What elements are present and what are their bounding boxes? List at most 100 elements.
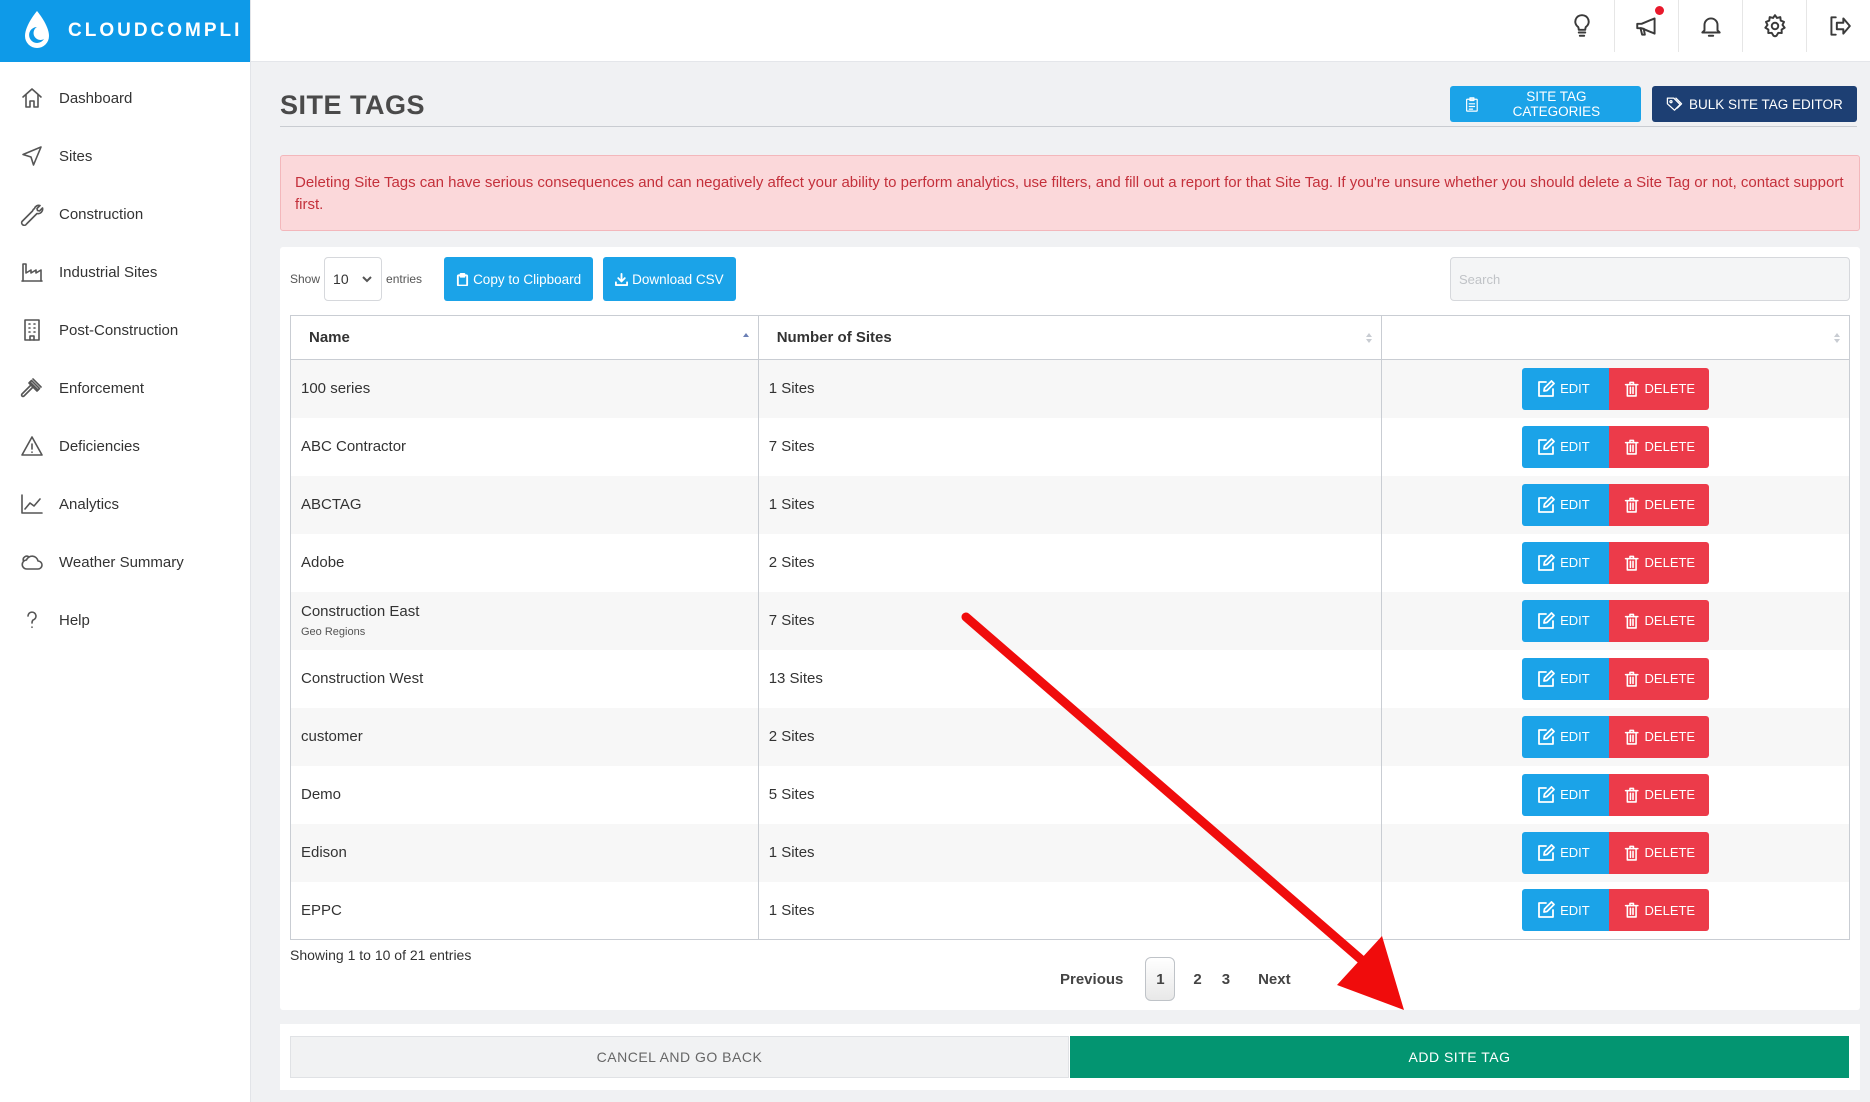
pagination-next[interactable]: Next [1258,971,1291,988]
edit-button[interactable]: EDIT [1522,773,1610,816]
actions-cell: EDIT DELETE [1381,475,1850,534]
sidebar-item-construction[interactable]: Construction [0,185,250,243]
download-csv-button[interactable]: Download CSV [603,257,736,301]
sidebar-item-analytics[interactable]: Analytics [0,475,250,533]
delete-button[interactable]: DELETE [1609,889,1710,932]
edit-icon [1538,727,1556,745]
edit-button[interactable]: EDIT [1522,483,1610,526]
number-of-sites-cell: 7 Sites [757,591,1383,650]
entries-per-page-select[interactable]: 10 [324,257,383,301]
edit-label: EDIT [1560,902,1590,918]
pagination: Previous 1 2 3 Next [1050,957,1301,1001]
trash-icon [1624,787,1639,803]
copy-to-clipboard-button[interactable]: Copy to Clipboard [444,257,594,301]
delete-warning-alert: Deleting Site Tags can have serious cons… [280,155,1860,231]
tips-button[interactable] [1550,0,1614,52]
sidebar-item-label: Construction [59,205,144,223]
delete-button[interactable]: DELETE [1609,599,1710,642]
brand-logo[interactable]: CLOUDCOMPLI [0,0,250,62]
pagination-page-2[interactable]: 2 [1193,971,1201,988]
add-site-tag-button[interactable]: ADD SITE TAG [1070,1036,1849,1078]
pagination-page-3[interactable]: 3 [1222,971,1230,988]
notifications-button[interactable] [1678,0,1742,52]
pagination-page-1[interactable]: 1 [1145,957,1176,1001]
delete-button[interactable]: DELETE [1609,367,1710,410]
edit-button[interactable]: EDIT [1522,367,1610,410]
row-actions: EDIT DELETE [1522,889,1710,932]
trash-icon [1624,613,1639,629]
bulk-site-tag-editor-button[interactable]: BULK SITE TAG EDITOR [1652,86,1857,122]
row-actions: EDIT DELETE [1522,831,1710,874]
sidebar-item-enforcement[interactable]: Enforcement [0,359,250,417]
announcements-button[interactable] [1614,0,1678,52]
edit-button[interactable]: EDIT [1522,599,1610,642]
table-body: 100 series 1 Sites EDIT DELETE ABC Contracto… [290,359,1850,940]
logout-icon [1829,16,1851,36]
delete-button[interactable]: DELETE [1609,483,1710,526]
delete-button[interactable]: DELETE [1609,831,1710,874]
sidebar-item-weather-summary[interactable]: Weather Summary [0,533,250,591]
edit-icon [1538,901,1556,919]
edit-button[interactable]: EDIT [1522,831,1610,874]
tag-name: Demo [301,786,342,803]
tag-name: 100 series [301,380,371,398]
delete-label: DELETE [1644,381,1696,397]
cancel-and-go-back-button[interactable]: CANCEL AND GO BACK [290,1036,1069,1078]
delete-button[interactable]: DELETE [1609,541,1710,584]
building-icon [20,318,44,342]
site-tag-categories-label: SITE TAG CATEGORIES [1512,89,1601,119]
sidebar-item-help[interactable]: Help [0,591,250,649]
tag-name: ABCTAG [301,496,362,513]
search-input[interactable] [1450,257,1850,301]
number-of-sites-cell: 13 Sites [757,649,1383,708]
edit-button[interactable]: EDIT [1522,541,1610,584]
clipboard-list-icon [1466,96,1478,112]
edit-icon [1538,843,1556,861]
row-actions: EDIT DELETE [1522,657,1710,700]
table-row: EPPC 1 Sites EDIT DELETE [290,881,1850,940]
column-header-name[interactable]: Name [290,315,759,360]
edit-label: EDIT [1560,671,1590,686]
sidebar-item-sites[interactable]: Sites [0,127,250,185]
edit-icon [1538,611,1556,629]
edit-icon [1538,553,1556,571]
tag-category: Geo Regions [301,626,366,638]
title-divider [280,126,1857,127]
sidebar-item-label: Deficiencies [59,437,140,455]
delete-button[interactable]: DELETE [1609,715,1710,758]
trash-icon [1624,902,1639,919]
tag-name-cell: Construction East Geo Regions [290,591,759,650]
sidebar-item-deficiencies[interactable]: Deficiencies [0,417,250,475]
tag-name: Adobe [301,554,345,571]
actions-cell: EDIT DELETE [1381,881,1850,940]
column-header-number-of-sites[interactable]: Number of Sites [757,315,1383,360]
tag-name-cell: Demo [290,765,759,824]
sidebar-item-dashboard[interactable]: Dashboard [0,69,250,127]
edit-button[interactable]: EDIT [1522,657,1610,700]
download-icon [615,272,629,286]
cloud-icon [20,550,44,574]
tag-name-cell: Construction West [290,649,759,708]
row-actions: EDIT DELETE [1522,483,1710,526]
logout-button[interactable] [1806,0,1870,52]
site-tag-categories-button[interactable]: SITE TAG CATEGORIES [1450,86,1641,122]
sidebar-item-industrial-sites[interactable]: Industrial Sites [0,243,250,301]
pagination-previous[interactable]: Previous [1060,971,1123,988]
delete-button[interactable]: DELETE [1609,425,1710,468]
sidebar-item-post-construction[interactable]: Post-Construction [0,301,250,359]
form-actions: CANCEL AND GO BACK ADD SITE TAG [280,1024,1860,1090]
megaphone-icon [1635,17,1656,36]
edit-button[interactable]: EDIT [1522,715,1610,758]
trash-icon [1624,671,1639,687]
tag-name: EPPC [301,901,342,919]
edit-button[interactable]: EDIT [1522,889,1610,932]
settings-button[interactable] [1742,0,1806,52]
delete-button[interactable]: DELETE [1609,657,1710,700]
delete-button[interactable]: DELETE [1609,773,1710,816]
sort-icon [1366,333,1373,343]
edit-button[interactable]: EDIT [1522,425,1610,468]
column-header-actions[interactable] [1381,315,1850,360]
tag-name-cell: Edison [290,823,759,882]
row-actions: EDIT DELETE [1522,367,1710,410]
edit-label: EDIT [1560,381,1590,397]
